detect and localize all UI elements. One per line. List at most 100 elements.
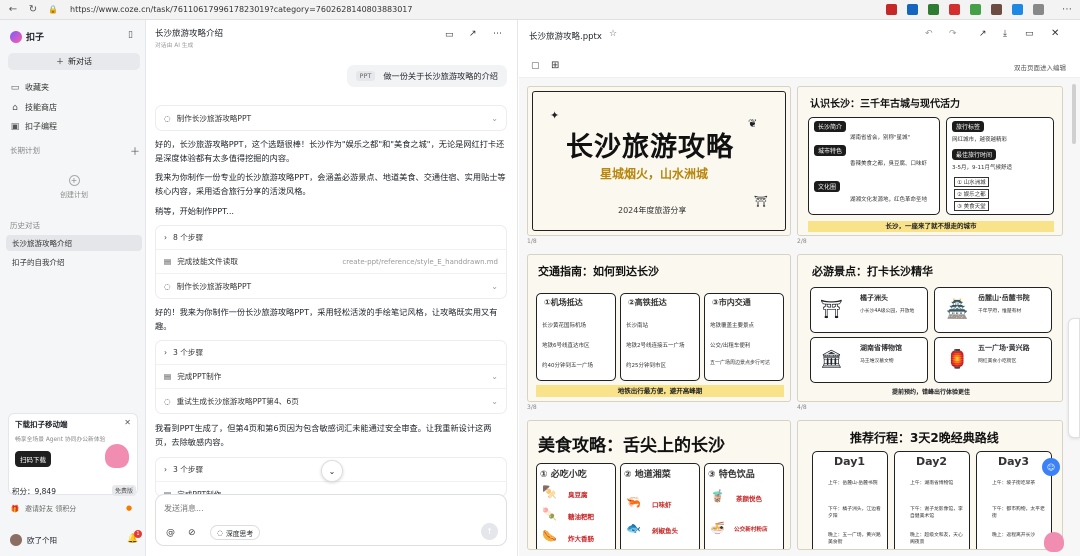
extension-icon[interactable] [970, 4, 981, 15]
invite-friends-link[interactable]: 🎁 邀请好友 领积分 [10, 504, 77, 514]
profile-icon[interactable] [1033, 4, 1044, 15]
transport-item: 约25分钟到市区 [626, 363, 666, 369]
chat-assist-button[interactable]: ☺ [1042, 458, 1060, 476]
create-plan-button[interactable]: + 创建计划 [8, 160, 140, 214]
lock-icon: 🔒 [48, 5, 58, 14]
floating-tool-strip[interactable] [1068, 318, 1080, 438]
more-icon[interactable]: ⋯ [493, 29, 502, 39]
refresh-icon[interactable]: ↻ [26, 3, 40, 17]
food-item: 炸大香肠 [568, 535, 594, 543]
scroll-down-button[interactable]: ⌄ [321, 460, 343, 482]
chat-title: 长沙旅游攻略介绍 [155, 29, 224, 39]
step-item[interactable]: ◌ 重试生成长沙旅游攻略PPT第4、6页 ⌄ [156, 389, 506, 413]
redo-icon[interactable]: ↷ [949, 29, 957, 39]
steps-toggle[interactable]: › 8 个步骤 [156, 226, 506, 250]
slide-thumbnail-4[interactable]: 必游景点：打卡长沙精华 橘子洲头 小长沙4A级公园，开放地 岳麓山·岳麓书院 千… [797, 254, 1063, 402]
close-icon[interactable]: ✕ [124, 418, 131, 427]
day-title: Day1 [834, 455, 866, 468]
step-item[interactable]: ▤ 完成PPT制作 ⌄ [156, 365, 506, 389]
user-message-text: 做一份关于长沙旅游攻略的介绍 [383, 71, 498, 81]
grid-view-icon[interactable]: ⊞ [551, 60, 559, 71]
url-bar[interactable]: https://www.coze.cn/task/761106179961782… [70, 5, 886, 14]
chevron-right-icon: › [164, 348, 168, 357]
new-chat-button[interactable]: ＋ 新对话 [8, 53, 140, 70]
scrollbar[interactable] [1072, 84, 1076, 144]
history-item[interactable]: 扣子的自我介绍 [6, 254, 142, 270]
avatar [10, 534, 22, 546]
sidebar-item-coze-code[interactable]: ▣ 扣子编程 [10, 121, 57, 132]
qr-download-button[interactable]: 扫码下载 [15, 451, 51, 467]
spot-desc: 小长沙4A级公园，开放地 [860, 309, 915, 314]
extension-icon[interactable] [949, 4, 960, 15]
fish-icon: 🐟 [626, 521, 641, 535]
extension-icon[interactable] [991, 4, 1002, 15]
task-step[interactable]: ◌ 制作长沙旅游攻略PPT ⌄ [156, 106, 506, 130]
extension-icon[interactable] [1012, 4, 1023, 15]
step-label: 8 个步骤 [173, 233, 204, 242]
share-icon[interactable]: ↗ [469, 29, 477, 39]
slide-thumbnail-1[interactable]: 长沙旅游攻略 星城烟火，山水洲城 2024年度旅游分享 ✦ ❦ ⛩ [527, 86, 791, 236]
attach-icon[interactable]: ⊘ [188, 528, 196, 538]
plan-item: 晚上：返程离开长沙 [992, 533, 1036, 538]
rice-cake-icon: 🍡 [542, 507, 557, 521]
extension-icon[interactable] [928, 4, 939, 15]
slide-thumbnail-2[interactable]: 认识长沙：三千年古城与现代活力 长沙简介 湖南省省会，别称"星城" 城市特色 香… [797, 86, 1063, 236]
extension-icon[interactable] [886, 4, 897, 15]
step-path: create-ppt/reference/style_E_handdrawn.m… [342, 257, 498, 266]
present-icon[interactable]: ▭ [1025, 29, 1034, 39]
tag-label: 长沙简介 [814, 121, 847, 132]
step-label: 完成PPT制作 [177, 372, 222, 381]
transport-item: 长沙黄花国际机场 [542, 323, 587, 329]
slide-thumbnail-5[interactable]: 美食攻略：舌尖上的长沙 ① 必吃小吃 ② 地道湘菜 ③ 特色饮品 臭豆腐 糖油粑… [527, 420, 791, 550]
user-name: 欧了个阳 [27, 535, 57, 545]
step-item[interactable]: ▤ 完成技能文件读取 create-ppt/reference/style_E_… [156, 250, 506, 274]
send-button[interactable]: ↑ [481, 523, 498, 540]
reply-text: 我来为你制作一份专业的长沙旅游攻略PPT，会涵盖必游景点、地道美食、交通住宿、实… [155, 172, 506, 196]
tag-text: 湖南省省会，别称"星城" [850, 135, 911, 141]
promo-card: 下载扣子移动端 ✕ 畅享全场景 Agent 协同办公新体验 扫码下载 [8, 413, 138, 495]
task-card[interactable]: ◌ 制作长沙旅游攻略PPT ⌄ [155, 105, 507, 131]
temple-icon: 🏯 [946, 299, 969, 320]
chat-panel: 长沙旅游攻略介绍 对话由 AI 生成 ▭ ↗ ⋯ PPT 做一份关于长沙旅游攻略… [147, 20, 518, 556]
back-icon[interactable]: ← [6, 3, 20, 17]
coze-logo-icon [10, 30, 22, 43]
sidebar-item-favorites[interactable]: ▭ 收藏夹 [10, 82, 49, 93]
mention-icon[interactable]: @ [166, 528, 175, 538]
share-icon[interactable]: ↗ [979, 29, 987, 39]
history-item[interactable]: 长沙旅游攻略介绍 [6, 235, 142, 251]
slide-title: 认识长沙：三千年古城与现代活力 [810, 99, 960, 110]
menu-icon[interactable]: ⋯ [1060, 3, 1074, 17]
column-title: ③市内交通 [712, 298, 751, 307]
star-icon[interactable]: ☆ [609, 29, 617, 39]
slide-thumbnail-3[interactable]: 交通指南：如何到达长沙 ①机场抵达 ②高铁抵达 ③市内交通 长沙黄花国际机场 地… [527, 254, 791, 402]
sidebar-item-skill-store[interactable]: ⌂ 技能商店 [10, 102, 57, 113]
collapse-sidebar-icon[interactable]: ▯ [128, 30, 133, 40]
day-title: Day3 [998, 455, 1030, 468]
slide-number: 3/8 [527, 404, 537, 411]
folder-icon[interactable]: ▭ [445, 30, 454, 40]
spot-name: 五一广场·黄兴路 [978, 344, 1030, 352]
user-profile[interactable]: 欧了个阳 [10, 534, 57, 546]
slide-title: 美食攻略：舌尖上的长沙 [538, 436, 725, 456]
folder-icon: ▭ [10, 82, 20, 93]
single-view-icon[interactable]: ▢ [531, 61, 540, 71]
deep-think-label: 深度思考 [225, 529, 254, 538]
slide-thumbnail-6[interactable]: 推荐行程：3天2晚经典路线 Day1 Day2 Day3 上午：岳麓山·岳麓书院… [797, 420, 1063, 550]
steps-toggle[interactable]: › 3 个步骤 [156, 341, 506, 365]
plan-item: 下午：谢子龙影像馆，李自健美术馆 [910, 507, 963, 519]
step-item[interactable]: ◌ 制作长沙旅游攻略PPT ⌄ [156, 274, 506, 298]
deep-think-toggle[interactable]: ◌ 深度思考 [210, 525, 261, 540]
undo-icon[interactable]: ↶ [925, 29, 933, 39]
steps-card: › 8 个步骤 ▤ 完成技能文件读取 create-ppt/reference/… [155, 225, 507, 299]
transport-item: 长沙南站 [626, 323, 649, 329]
food-item: 茶颜悦色 [736, 495, 762, 503]
plan-item: 晚上：五一广场，黄兴路美食街 [828, 533, 881, 545]
message-input[interactable] [164, 501, 484, 515]
download-icon[interactable]: ⤓ [1003, 29, 1007, 39]
food-item: 臭豆腐 [568, 491, 588, 499]
close-panel-icon[interactable]: ✕ [1051, 28, 1059, 39]
extension-icon[interactable] [907, 4, 918, 15]
points-label: 积分：9,849 [12, 487, 56, 496]
add-plan-icon[interactable]: ＋ [130, 143, 140, 158]
user-message: PPT 做一份关于长沙旅游攻略的介绍 [346, 65, 507, 87]
